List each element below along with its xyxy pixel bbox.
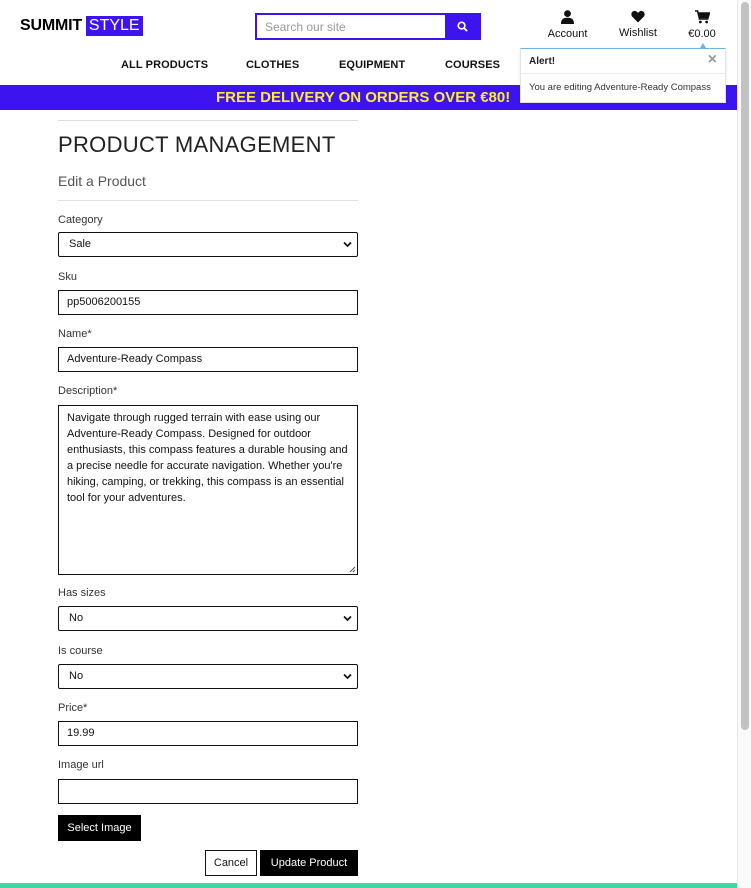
name-input[interactable]: Adventure-Ready Compass: [58, 347, 358, 372]
search-button[interactable]: [445, 15, 479, 38]
product-management-panel: PRODUCT MANAGEMENT Edit a Product Catego…: [58, 120, 358, 876]
toast-header: Alert! ×: [521, 49, 725, 74]
price-label: Price*: [58, 702, 88, 714]
has-sizes-group: Has sizes No: [58, 586, 358, 631]
wishlist-label: Wishlist: [619, 27, 657, 39]
category-label: Category: [58, 214, 103, 226]
description-textarea[interactable]: Navigate through rugged terrain with eas…: [58, 405, 358, 575]
chevron-down-icon: [343, 615, 352, 622]
is-course-select[interactable]: No: [58, 664, 358, 689]
is-course-group: Is course No: [58, 644, 358, 689]
chevron-down-icon: [343, 673, 352, 680]
footer-accent-bar: [0, 883, 737, 888]
update-product-button[interactable]: Update Product: [260, 850, 358, 876]
name-group: Name* Adventure-Ready Compass: [58, 327, 358, 372]
cancel-button[interactable]: Cancel: [205, 850, 257, 876]
has-sizes-label: Has sizes: [58, 587, 106, 599]
search-icon: [456, 21, 468, 32]
toast-arrow: [700, 43, 706, 48]
nav-courses[interactable]: COURSES: [445, 59, 500, 71]
heart-icon: [631, 10, 645, 23]
page-subtitle: Edit a Product: [58, 173, 146, 189]
category-value: Sale: [69, 238, 92, 250]
delivery-banner-text: FREE DELIVERY ON ORDERS OVER €80!: [216, 89, 511, 106]
category-group: Category Sale: [58, 213, 358, 257]
sku-label: Sku: [58, 271, 77, 283]
nav-equipment[interactable]: EQUIPMENT: [339, 59, 405, 71]
nav-all-products[interactable]: ALL PRODUCTS: [121, 59, 208, 71]
alert-toast: Alert! × You are editing Adventure-Ready…: [520, 43, 726, 103]
wishlist-link[interactable]: Wishlist: [612, 10, 664, 39]
user-icon: [561, 10, 574, 24]
image-url-label: Image url: [58, 759, 104, 771]
description-value: Navigate through rugged terrain with eas…: [67, 412, 348, 504]
nav-clothes[interactable]: CLOTHES: [246, 59, 299, 71]
divider: [58, 120, 358, 121]
resize-grip-icon[interactable]: [349, 566, 356, 573]
page-title: PRODUCT MANAGEMENT: [58, 132, 336, 157]
toast-message: You are editing Adventure-Ready Compass: [529, 82, 711, 93]
bag-total: €0.00: [688, 28, 716, 40]
close-icon[interactable]: ×: [708, 52, 717, 68]
image-url-input[interactable]: [58, 779, 358, 804]
toast-title: Alert!: [529, 56, 556, 67]
cart-icon: [694, 10, 710, 24]
has-sizes-select[interactable]: No: [58, 606, 358, 631]
description-group: Description* Navigate through rugged ter…: [58, 384, 358, 575]
is-course-label: Is course: [58, 645, 103, 657]
bag-link[interactable]: €0.00: [680, 10, 724, 40]
chevron-down-icon: [343, 241, 352, 248]
site-logo[interactable]: SUMMIT STYLE: [20, 16, 143, 36]
image-url-group: Image url: [58, 758, 358, 804]
account-label: Account: [547, 28, 588, 40]
search-input[interactable]: [257, 15, 445, 38]
sku-group: Sku pp5006200155: [58, 270, 358, 315]
is-course-value: No: [69, 670, 84, 682]
account-link[interactable]: Account: [540, 10, 595, 40]
name-label: Name*: [58, 328, 92, 340]
select-image-button[interactable]: Select Image: [58, 815, 141, 841]
price-input[interactable]: 19.99: [58, 721, 358, 746]
scrollbar-thumb[interactable]: [741, 2, 749, 730]
category-select[interactable]: Sale: [58, 232, 358, 257]
description-label: Description*: [58, 385, 118, 397]
sku-input[interactable]: pp5006200155: [58, 290, 358, 315]
logo-part-2: STYLE: [85, 16, 143, 36]
has-sizes-value: No: [69, 612, 84, 624]
divider: [58, 200, 358, 201]
search-form: [255, 13, 481, 40]
logo-part-1: SUMMIT: [20, 17, 82, 34]
price-group: Price* 19.99: [58, 701, 358, 746]
scrollbar[interactable]: [737, 0, 751, 888]
